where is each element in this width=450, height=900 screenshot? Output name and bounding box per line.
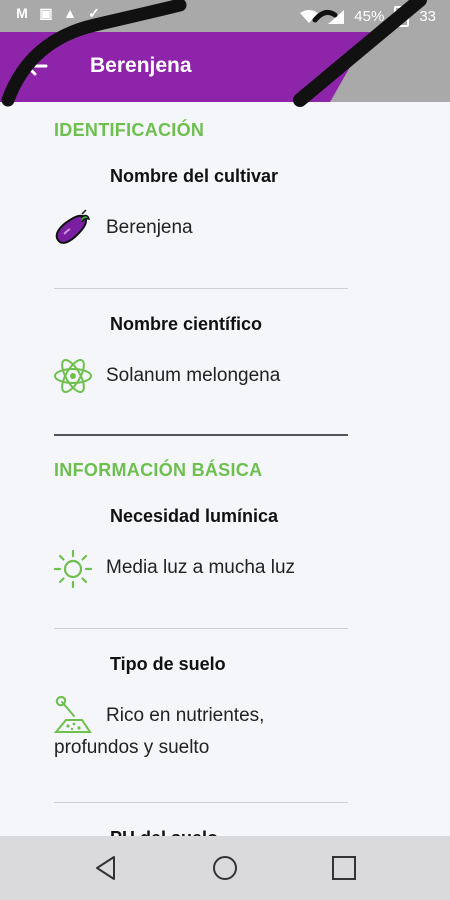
field-value-suelo-line1: Rico en nutrientes, (106, 705, 265, 726)
square-recents-icon[interactable] (330, 854, 358, 882)
system-status: 45% 33 (300, 6, 436, 27)
field-label-ph: PH del suelo (110, 828, 218, 836)
section-title-identificacion: IDENTIFICACIÓN (54, 120, 205, 140)
app-icon: ▲ (63, 5, 77, 21)
divider (54, 802, 348, 803)
crop-detail-content[interactable]: IDENTIFICACIÓN Nombre del cultivar Beren… (0, 102, 450, 836)
battery-percent: 45% (354, 8, 385, 25)
clock: 33 (419, 8, 436, 25)
check-icon: ✓ (88, 5, 100, 21)
atom-icon (54, 359, 92, 393)
soil-shovel-icon (53, 695, 92, 733)
field-value-cultivar: Berenjena (106, 217, 193, 238)
battery-icon (394, 6, 410, 27)
divider (54, 628, 348, 629)
wifi-icon (300, 9, 319, 23)
field-label-luminica: Necesidad lumínica (110, 506, 279, 526)
status-bar: M ▣ ▲ ✓ ☁ 45% 33 (0, 0, 450, 32)
field-value-luminica: Media luz a mucha luz (106, 557, 296, 578)
gallery-icon: ▣ (39, 5, 53, 21)
section-divider (54, 434, 348, 436)
field-value-cientifico: Solanum melongena (106, 365, 281, 386)
field-value-suelo-line2: profundos y suelto (54, 737, 210, 758)
triangle-back-icon[interactable] (92, 854, 120, 882)
field-label-suelo: Tipo de suelo (110, 654, 226, 674)
page-title: Berenjena (90, 54, 192, 77)
circle-home-icon[interactable] (211, 854, 239, 882)
sun-icon (53, 549, 93, 589)
divider (54, 288, 348, 289)
gmail-icon: M (16, 5, 28, 21)
eggplant-icon (55, 209, 91, 244)
back-button[interactable] (22, 52, 50, 80)
system-nav-bar (0, 836, 450, 900)
app-bar: Berenjena (0, 32, 450, 102)
notification-icons: M ▣ ▲ ✓ ☁ (14, 6, 126, 20)
arrow-left-icon (25, 56, 48, 76)
field-label-cientifico: Nombre científico (110, 314, 263, 334)
section-title-informacion-basica: INFORMACIÓN BÁSICA (54, 460, 263, 480)
cloud-icon: ☁ (111, 5, 125, 21)
signal-icon (328, 9, 345, 24)
field-label-cultivar: Nombre del cultivar (110, 166, 279, 186)
